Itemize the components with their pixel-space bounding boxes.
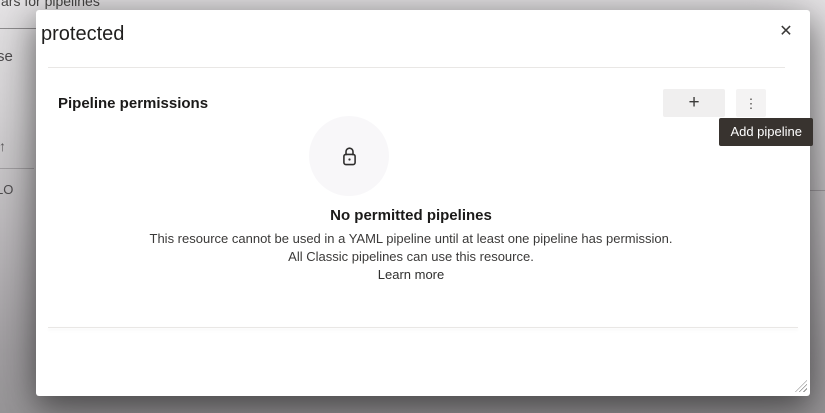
empty-state-line1: This resource cannot be used in a YAML p…: [36, 230, 786, 248]
close-icon: ✕: [779, 21, 792, 41]
background-text-fragment: LO: [0, 182, 13, 197]
empty-state-title: No permitted pipelines: [36, 207, 786, 224]
resize-handle-icon[interactable]: [795, 380, 807, 392]
more-options-button[interactable]: ⋮: [736, 89, 766, 117]
section-heading: Pipeline permissions: [58, 95, 208, 112]
background-page-text: ars for pipelines: [1, 0, 100, 9]
background-text-fragment: se: [0, 48, 13, 65]
close-button[interactable]: ✕: [773, 18, 799, 44]
section-actions: + ⋮: [663, 89, 766, 117]
background-divider: [0, 168, 34, 169]
empty-state-line2: All Classic pipelines can use this resou…: [36, 248, 786, 266]
background-arrow-fragment: ↑: [0, 138, 6, 154]
background-divider: [810, 190, 825, 191]
lock-icon: [339, 145, 360, 168]
screen: ars for pipelines se ↑ LO protected ✕ Pi…: [0, 0, 825, 413]
content-divider: [48, 327, 798, 328]
kebab-menu-icon: ⋮: [745, 97, 758, 110]
add-pipeline-button[interactable]: +: [663, 89, 725, 117]
dialog-title: protected: [41, 23, 124, 46]
empty-state-illustration: [309, 116, 389, 196]
pipeline-permissions-dialog: protected ✕ Pipeline permissions + ⋮ Add…: [36, 10, 810, 396]
title-divider: [48, 67, 785, 68]
plus-icon: +: [688, 93, 699, 112]
section-header-row: Pipeline permissions + ⋮: [58, 88, 766, 118]
empty-state-text: No permitted pipelines This resource can…: [36, 207, 786, 284]
learn-more-link[interactable]: Learn more: [378, 266, 444, 284]
add-pipeline-tooltip: Add pipeline: [719, 118, 813, 146]
background-divider: [0, 28, 37, 29]
